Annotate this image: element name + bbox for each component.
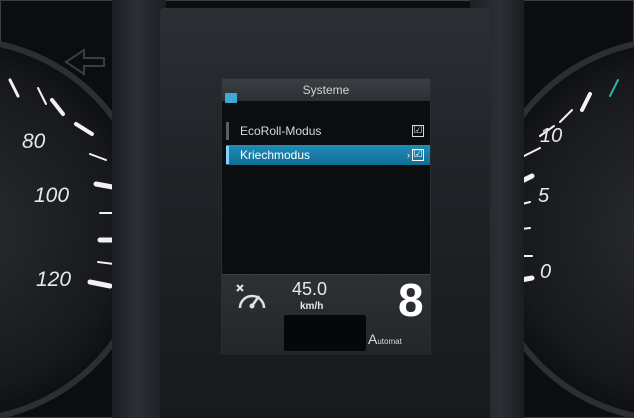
left-arrow-icon [64, 48, 105, 76]
menu-item-kriechmodus[interactable]: Kriechmodus › ☑ [226, 145, 430, 165]
checkbox-icon[interactable]: ☑ [412, 125, 424, 137]
mode-rest: utomat [377, 337, 402, 346]
gauge-label: 5 [538, 185, 550, 207]
mode-initial: A [368, 331, 378, 347]
gear-indicator: 8 [398, 274, 424, 326]
gauge-label: 80 [22, 130, 46, 153]
menu-icon [225, 93, 237, 103]
menu-item-ecoroll[interactable]: EcoRoll-Modus ☑ [226, 121, 430, 141]
menu-title: Systeme [302, 83, 350, 97]
row-indicator [226, 122, 229, 140]
menu-item-label: Kriechmodus [240, 148, 311, 162]
menu-header: Systeme [222, 79, 430, 101]
speed-unit: km/h [300, 301, 324, 312]
row-indicator [226, 146, 229, 164]
gauge-label: 0 [540, 261, 551, 283]
gauge-label: 10 [540, 125, 562, 147]
speedometer-icon [236, 284, 266, 309]
speed-value: 45.0 [292, 279, 328, 299]
checkbox-icon[interactable]: ☑ [412, 149, 424, 161]
gauge-label: 100 [34, 184, 69, 207]
gauge-label: 120 [36, 268, 71, 291]
left-bezel-pillar [112, 0, 166, 418]
center-display: Systeme EcoRoll-Modus ☑ Kriechmodus › ☑ … [221, 78, 431, 355]
select-arrow-icon: › [407, 150, 410, 160]
info-panel [284, 315, 366, 351]
status-bar: 45.0 km/h 8 Automat [222, 274, 430, 355]
transmission-mode: Automat [368, 331, 402, 349]
menu-item-label: EcoRoll-Modus [240, 124, 322, 138]
